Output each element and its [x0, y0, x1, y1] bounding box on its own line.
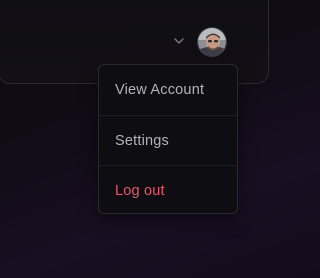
menu-item-view-account[interactable]: View Account — [99, 65, 237, 115]
menu-item-settings[interactable]: Settings — [99, 115, 237, 165]
user-avatar[interactable] — [197, 27, 227, 57]
chevron-down-icon[interactable] — [172, 34, 186, 48]
account-dropdown-menu: View Account Settings Log out — [98, 64, 238, 214]
menu-item-log-out[interactable]: Log out — [99, 165, 237, 215]
